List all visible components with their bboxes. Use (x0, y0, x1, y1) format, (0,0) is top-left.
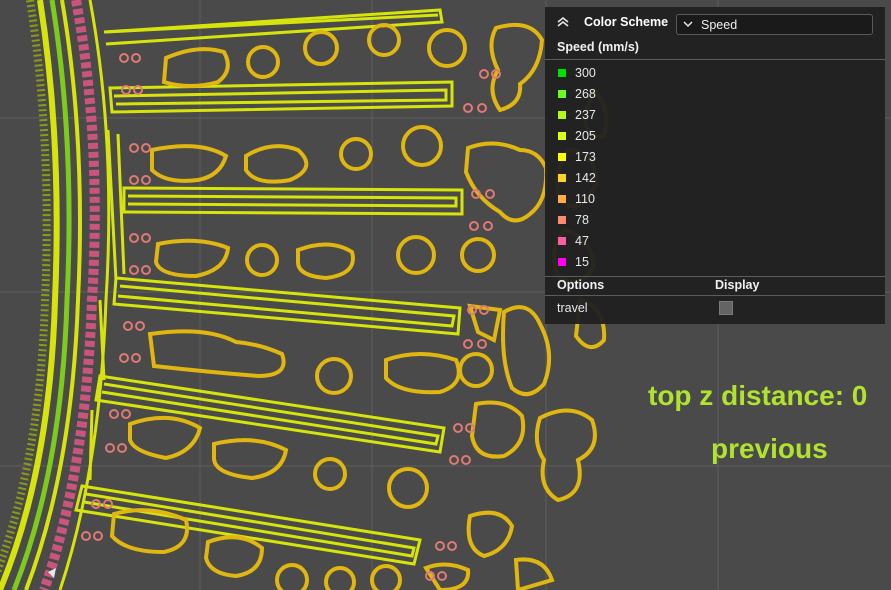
speed-legend-title: Speed (mm/s) (557, 40, 639, 54)
speed-legend-item: 268 (557, 85, 757, 105)
speed-legend-item: 237 (557, 106, 757, 126)
color-swatch (558, 69, 566, 77)
display-header: Display (715, 278, 760, 292)
color-swatch (558, 132, 566, 140)
speed-value-label: 142 (575, 171, 596, 185)
speed-value-label: 110 (575, 192, 595, 206)
speed-value-label: 268 (575, 87, 596, 101)
speed-legend-item: 110 (557, 190, 757, 210)
legend-panel: Color Scheme Speed Speed (mm/s) 300 268 23… (545, 7, 885, 324)
color-swatch (558, 258, 566, 266)
color-swatch (558, 111, 566, 119)
speed-legend-item: 300 (557, 64, 757, 84)
options-header: Options (557, 278, 605, 292)
color-scheme-select[interactable]: Speed (676, 14, 873, 35)
speed-legend-item: 78 (557, 211, 757, 231)
color-scheme-label: Color Scheme (584, 15, 669, 29)
color-swatch (558, 195, 566, 203)
divider (545, 295, 885, 296)
speed-value-label: 173 (575, 150, 596, 164)
divider (545, 59, 885, 60)
speed-legend-item: 47 (557, 232, 757, 252)
color-swatch (558, 90, 566, 98)
travel-display-checkbox[interactable] (719, 301, 733, 315)
speed-legend-item: 15 (557, 253, 757, 273)
collapse-icon[interactable] (555, 14, 571, 30)
color-swatch (558, 216, 566, 224)
speed-value-label: 205 (575, 129, 596, 143)
travel-option-label: travel (557, 301, 588, 315)
speed-legend-item: 142 (557, 169, 757, 189)
color-swatch (558, 174, 566, 182)
chevron-down-icon (683, 21, 693, 28)
speed-value-label: 47 (575, 234, 589, 248)
speed-value-label: 237 (575, 108, 596, 122)
speed-value-label: 78 (575, 213, 589, 227)
top-z-distance-label: top z distance: 0 (648, 380, 868, 411)
previous-label: previous (711, 433, 828, 464)
speed-legend-item: 205 (557, 127, 757, 147)
speed-legend-item: 173 (557, 148, 757, 168)
color-swatch (558, 153, 566, 161)
color-scheme-value: Speed (701, 18, 738, 32)
color-swatch (558, 237, 566, 245)
speed-value-label: 300 (575, 66, 596, 80)
speed-value-label: 15 (575, 255, 589, 269)
divider (545, 276, 885, 277)
legend-header: Color Scheme Speed (545, 7, 885, 40)
